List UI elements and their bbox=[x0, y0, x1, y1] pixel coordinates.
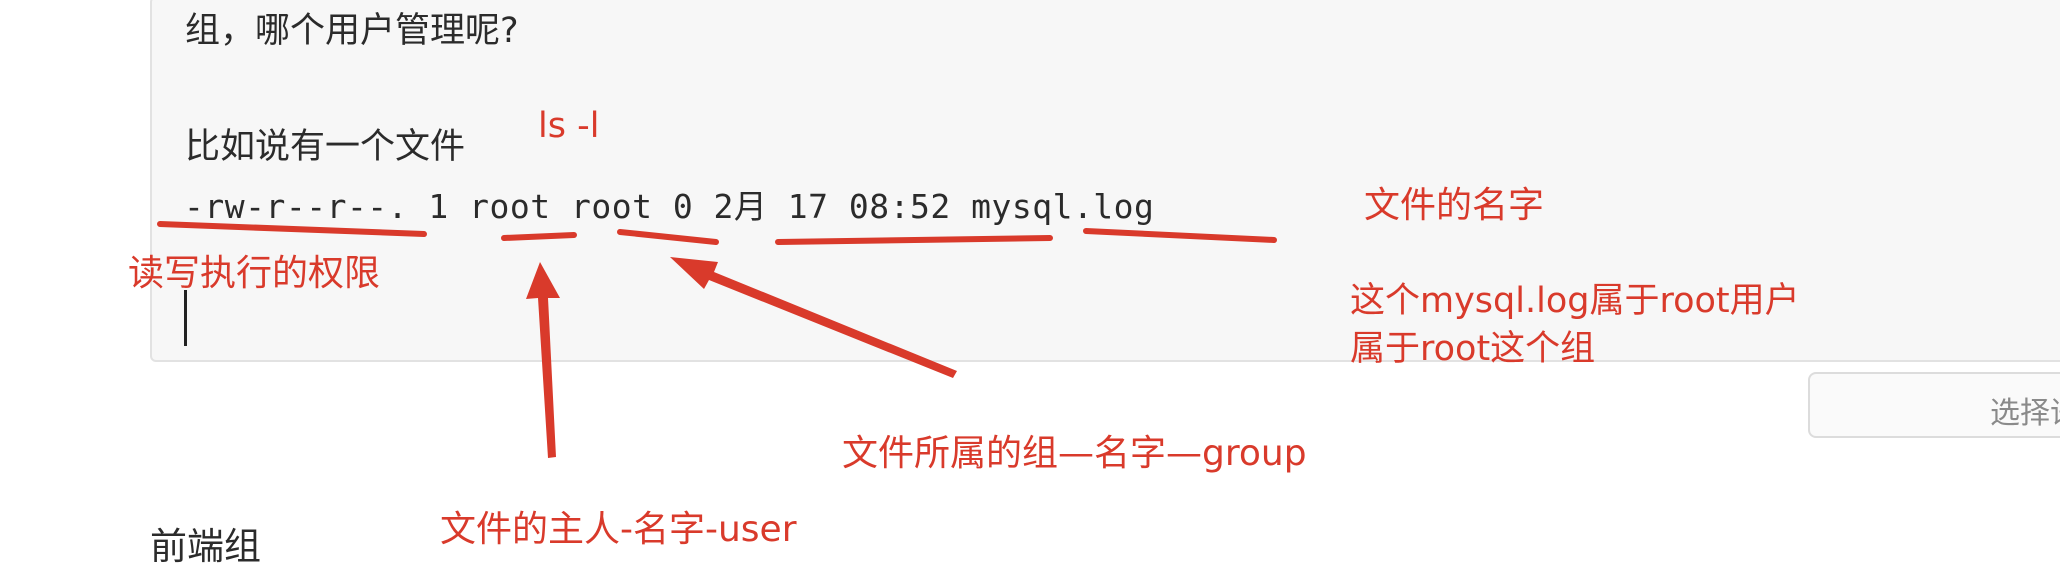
annotation-overlay bbox=[157, 221, 1277, 458]
underline-owner bbox=[501, 232, 577, 241]
screenshot-canvas: 组，哪个用户管理呢? 比如说有一个文件 -rw-r--r--. 1 root r… bbox=[0, 0, 2060, 568]
underline-group bbox=[617, 229, 719, 245]
underline-date bbox=[775, 235, 1053, 245]
underline-filename bbox=[1083, 228, 1277, 243]
group-arrow-icon bbox=[670, 257, 957, 378]
owner-arrow-icon bbox=[526, 262, 560, 458]
underline-permissions bbox=[157, 221, 427, 237]
